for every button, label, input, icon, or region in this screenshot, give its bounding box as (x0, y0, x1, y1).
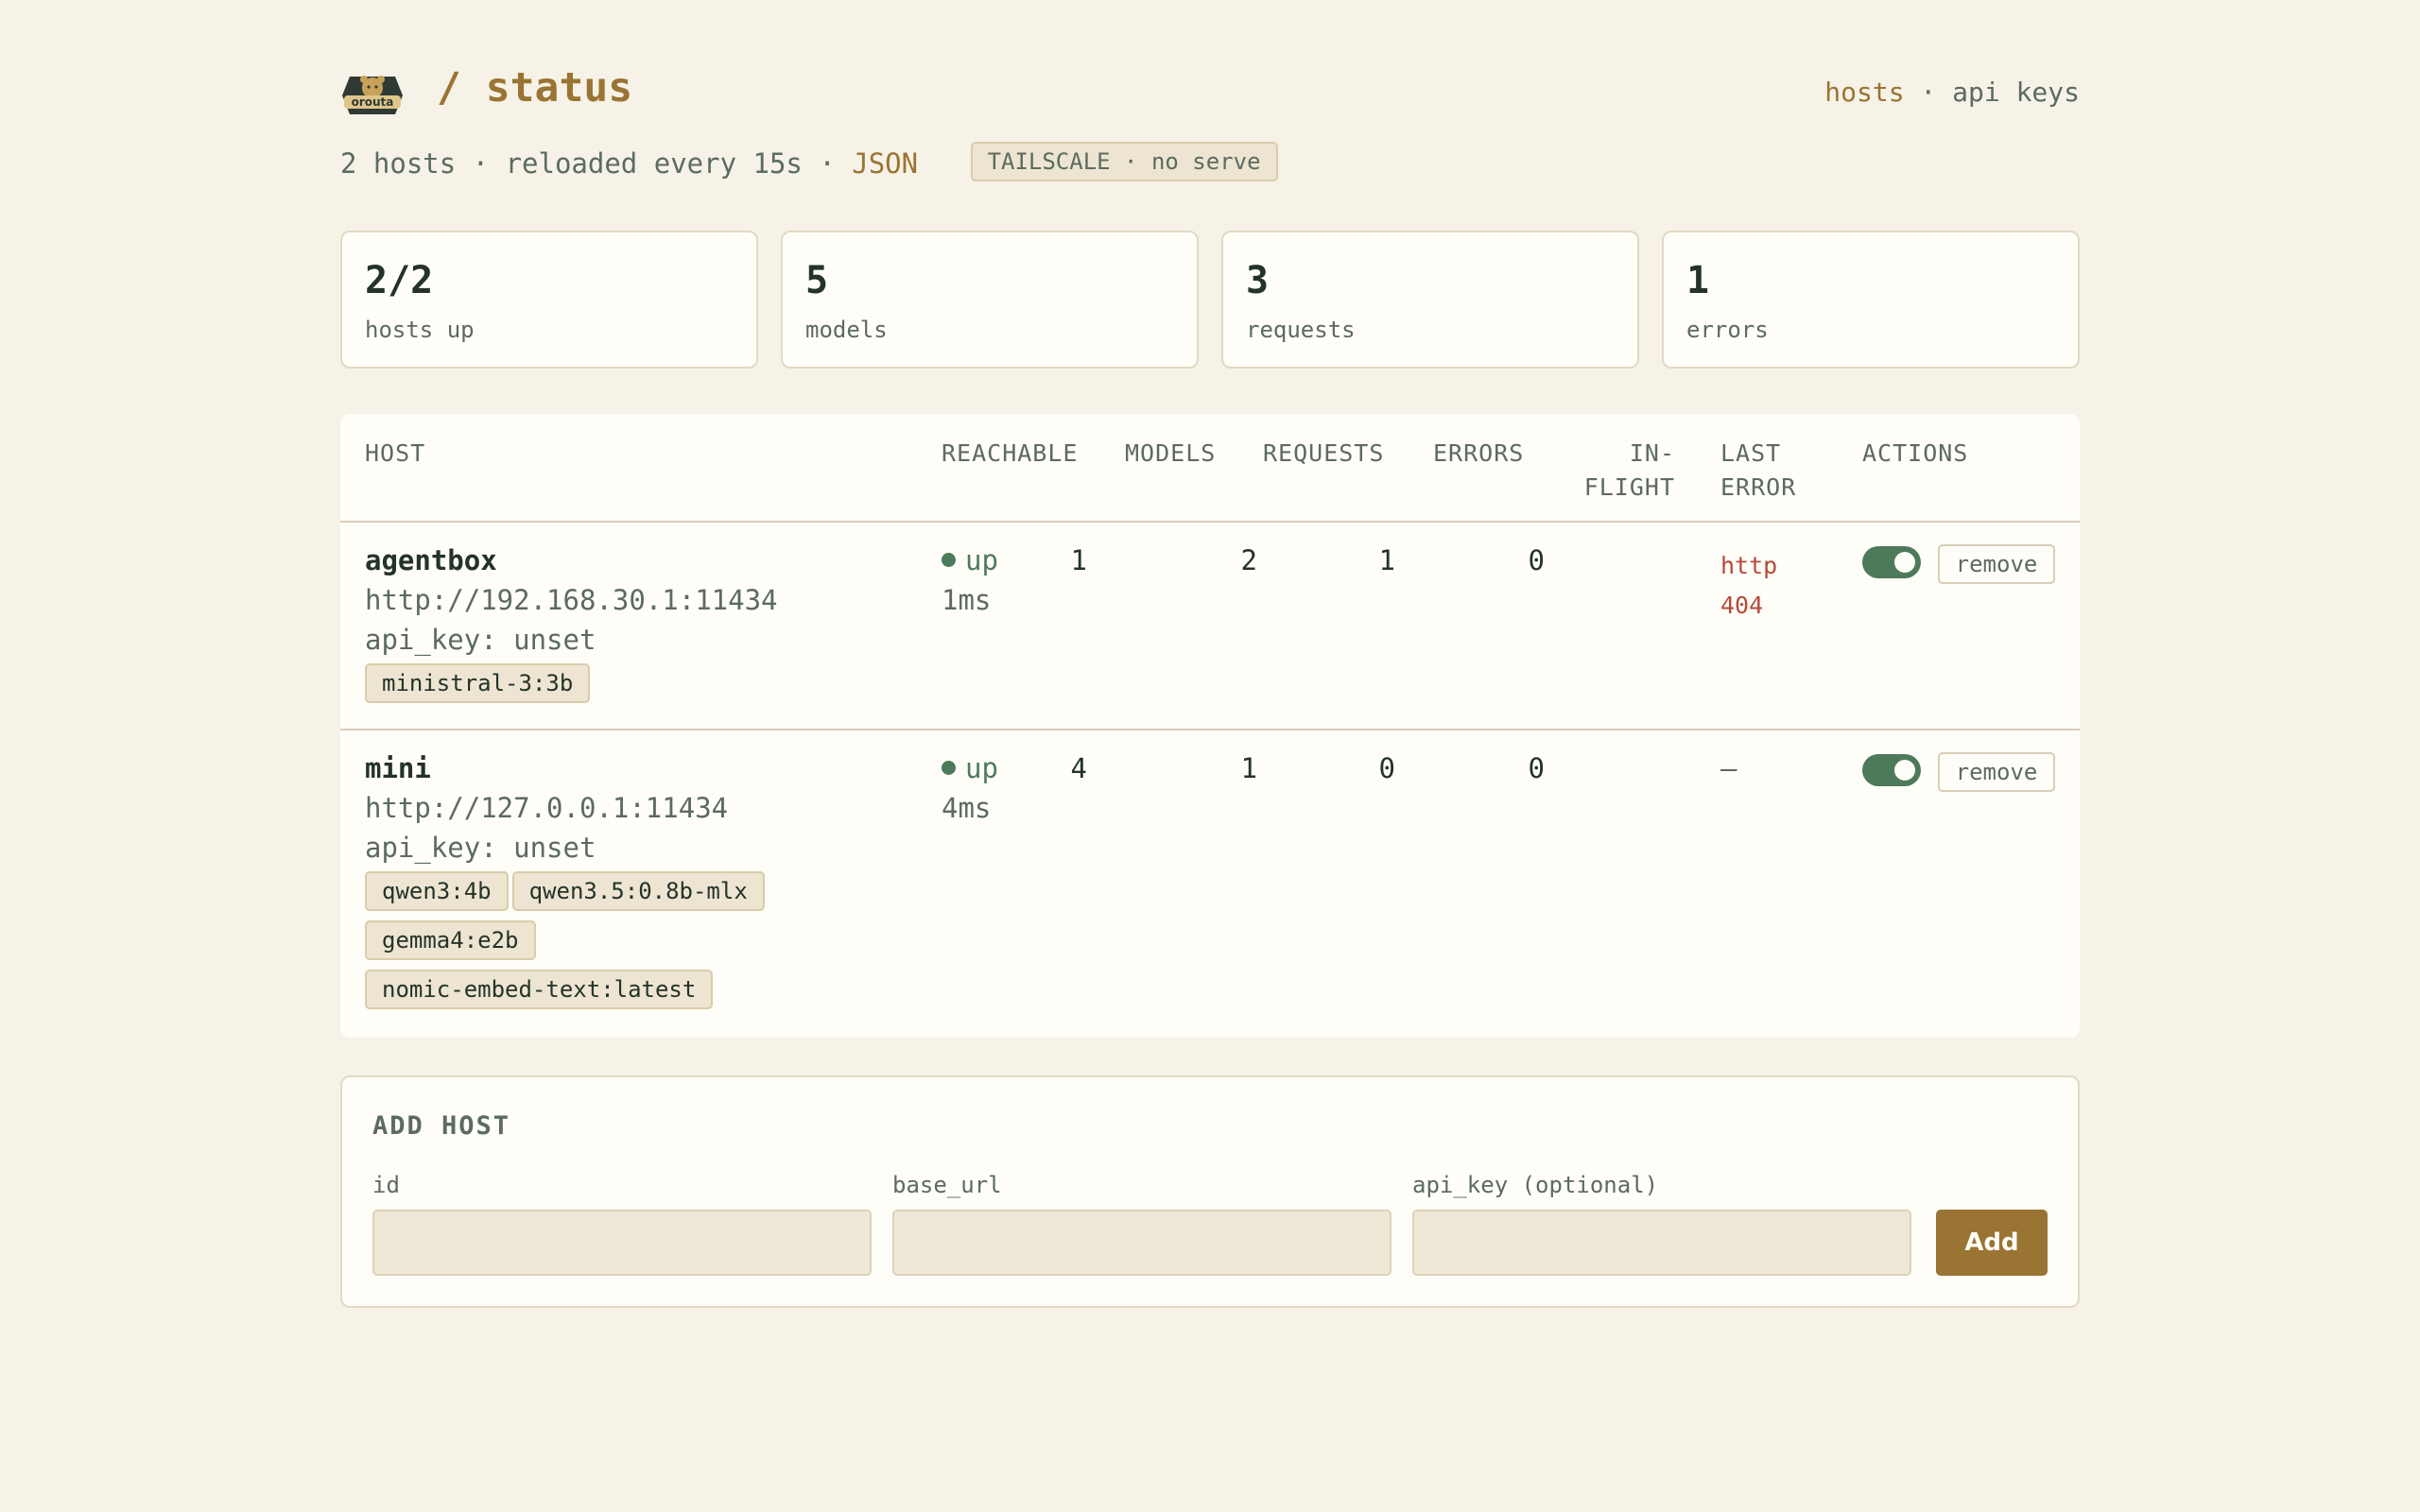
host-enabled-toggle[interactable] (1862, 754, 1921, 786)
page-title: / status (437, 64, 633, 112)
column-header-models: MODELS (1125, 439, 1217, 467)
stat-label: requests (1246, 317, 1356, 343)
in-flight-count: 0 (1528, 752, 1545, 784)
stat-value: 2/2 (365, 259, 434, 302)
stat-value: 1 (1686, 259, 1710, 302)
stat-label: hosts up (365, 317, 475, 343)
column-header-host: HOST (365, 439, 426, 467)
logo-text: orouta (352, 95, 394, 109)
model-tags: qwen3:4b qwen3.5:0.8b-mlx gemma4:e2b nomi… (365, 871, 800, 1019)
api-key-input[interactable] (1412, 1210, 1911, 1276)
model-tag: gemma4:e2b (365, 920, 536, 960)
table-row: mini http://127.0.0.1:11434 api_key: uns… (340, 730, 2080, 1038)
stat-label: errors (1686, 317, 1769, 343)
nav-separator: · (1920, 77, 1937, 108)
remove-host-button[interactable]: remove (1938, 752, 2055, 792)
summary-text: 2 hosts · reloaded every 15s · (340, 147, 853, 180)
last-error: http 404 (1720, 552, 1778, 619)
base-url-input[interactable] (892, 1210, 1392, 1276)
host-enabled-toggle[interactable] (1862, 546, 1921, 578)
status-dot-icon (942, 760, 956, 775)
stats-row: 2/2 hosts up 5 models 3 requests 1 error… (340, 231, 2080, 369)
requests-count: 2 (1240, 544, 1257, 576)
base-url-label: base_url (892, 1172, 1002, 1198)
in-flight-count: 0 (1528, 544, 1545, 576)
model-tag: ministral-3:3b (365, 663, 591, 703)
stat-card-requests: 3 requests (1221, 231, 1639, 369)
json-link[interactable]: JSON (852, 147, 918, 180)
id-input[interactable] (372, 1210, 872, 1276)
stat-label: models (805, 317, 888, 343)
stat-value: 5 (805, 259, 829, 302)
host-api-key: api_key: unset (365, 832, 596, 864)
models-count: 4 (1070, 752, 1087, 784)
errors-count: 0 (1378, 752, 1395, 784)
column-header-errors: ERRORS (1433, 439, 1525, 467)
stat-card-hosts-up: 2/2 hosts up (340, 231, 758, 369)
hosts-table: HOST REACHABLE MODELS REQUESTS ERRORS IN… (340, 414, 2080, 1038)
column-header-in-flight-line1: IN- (1629, 439, 1675, 467)
remove-host-button[interactable]: remove (1938, 544, 2055, 584)
header: orouta / status hosts · api keys (340, 62, 2080, 119)
column-header-requests: REQUESTS (1263, 439, 1385, 467)
column-header-last-error-line1: LAST (1720, 439, 1782, 467)
latency: 4ms (942, 792, 992, 824)
models-count: 1 (1070, 544, 1087, 576)
last-error: — (1720, 752, 1737, 784)
host-id: agentbox (365, 544, 497, 576)
stat-card-models: 5 models (781, 231, 1199, 369)
host-api-key: api_key: unset (365, 624, 596, 656)
top-nav: hosts · api keys (1824, 77, 2080, 108)
orouta-logo[interactable]: orouta (340, 67, 405, 116)
model-tag: qwen3:4b (365, 871, 509, 911)
model-tag: qwen3.5:0.8b-mlx (511, 871, 765, 911)
errors-count: 1 (1378, 544, 1395, 576)
add-host-form: ADD HOST id base_url api_key (optional) … (340, 1075, 2080, 1308)
requests-count: 1 (1240, 752, 1257, 784)
nav-link-api-keys[interactable]: api keys (1952, 77, 2080, 108)
status-dot-icon (942, 552, 956, 567)
column-header-last-error: LAST ERROR (1720, 437, 1796, 505)
id-label: id (372, 1172, 400, 1198)
add-host-title: ADD HOST (372, 1111, 511, 1141)
tailscale-badge: TAILSCALE · no serve (970, 142, 1278, 181)
host-url: http://192.168.30.1:11434 (365, 584, 778, 616)
stat-value: 3 (1246, 259, 1270, 302)
column-header-in-flight-line2: FLIGHT (1583, 473, 1675, 501)
reachable-status: up (942, 752, 998, 784)
model-tag: nomic-embed-text:latest (365, 970, 714, 1009)
stat-card-errors: 1 errors (1662, 231, 2080, 369)
host-id: mini (365, 752, 431, 784)
column-header-in-flight: IN- FLIGHT (1522, 437, 1675, 505)
reachable-status: up (942, 544, 998, 576)
column-header-last-error-line2: ERROR (1720, 473, 1797, 501)
column-header-actions: ACTIONS (1862, 439, 1969, 467)
add-host-button[interactable]: Add (1936, 1210, 2048, 1276)
column-header-reachable: REACHABLE (942, 439, 1079, 467)
toggle-knob (1894, 552, 1915, 573)
toggle-knob (1894, 760, 1915, 781)
table-row: agentbox http://192.168.30.1:11434 api_k… (340, 522, 2080, 729)
model-tags: ministral-3:3b (365, 663, 800, 713)
latency: 1ms (942, 584, 992, 616)
nav-link-hosts[interactable]: hosts (1824, 77, 1904, 108)
host-url: http://127.0.0.1:11434 (365, 792, 729, 824)
api-key-label: api_key (optional) (1412, 1172, 1659, 1198)
status-summary: 2 hosts · reloaded every 15s · JSON TAIL… (340, 142, 1278, 185)
